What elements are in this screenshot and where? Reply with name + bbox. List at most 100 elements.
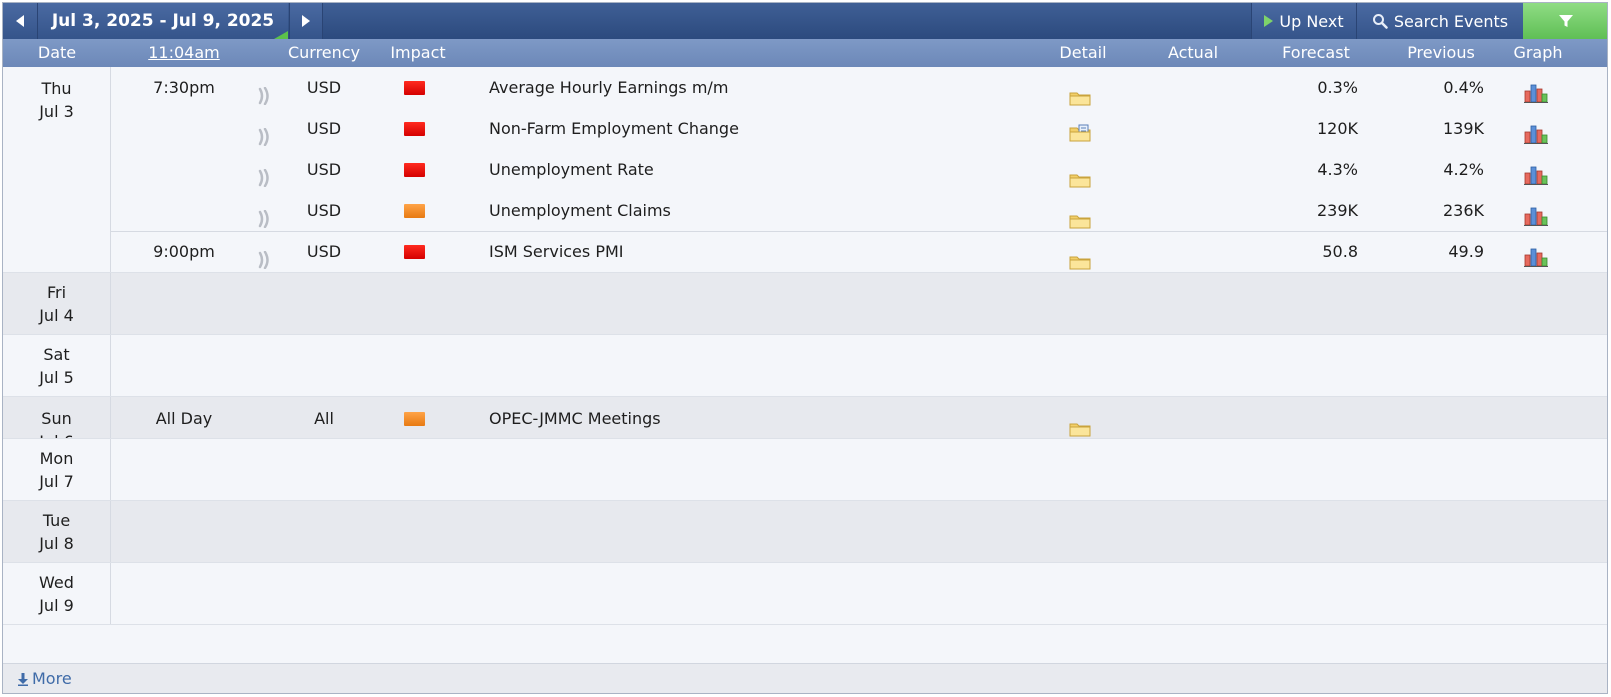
day-date: Jul 7: [39, 472, 74, 491]
event-time: [111, 190, 257, 231]
day-row: Tue Jul 8: [3, 501, 1607, 563]
day-row: Thu Jul 3 7:30pm USD Average Hourly Earnings…: [3, 67, 1607, 273]
impact-medium-icon[interactable]: [404, 204, 425, 218]
more-label: More: [32, 669, 72, 688]
next-week-button[interactable]: [289, 3, 323, 39]
day-cell: Wed Jul 9: [3, 563, 111, 625]
filter-button[interactable]: [1523, 3, 1607, 39]
search-icon: [1372, 14, 1388, 29]
header-previous: Previous: [1407, 43, 1475, 62]
impact-medium-icon[interactable]: [404, 412, 425, 426]
sound-icon[interactable]: [254, 243, 274, 270]
impact-high-icon[interactable]: [404, 81, 425, 95]
graph-icon[interactable]: [1523, 77, 1549, 103]
event-title: Non-Farm Employment Change: [489, 119, 739, 138]
folder-icon[interactable]: [1069, 162, 1091, 188]
event-time: 9:00pm: [153, 242, 215, 261]
sound-icon[interactable]: [254, 202, 274, 229]
event-forecast: 50.8: [1322, 242, 1358, 261]
impact-high-icon[interactable]: [404, 245, 425, 259]
more-link[interactable]: More: [17, 664, 72, 693]
day-row-divider: [3, 624, 1607, 625]
toolbar: Jul 3, 2025 - Jul 9, 2025 Up Next Search…: [3, 3, 1607, 39]
event-row[interactable]: All Day All OPEC-JMMC Meetings: [111, 398, 1607, 439]
header-forecast: Forecast: [1282, 43, 1350, 62]
day-row: SunJul 6 All Day All OPEC-JMMC Meetings: [3, 397, 1607, 451]
event-row[interactable]: 7:30pm USD Average Hourly Earnings m/m 0.3%…: [111, 67, 1607, 108]
day-row: Fri Jul 4: [3, 273, 1607, 335]
day-date: Jul 3: [39, 102, 74, 121]
graph-icon[interactable]: [1523, 241, 1549, 267]
day-weekday: Sat: [43, 345, 70, 364]
day-cell: SunJul 6: [3, 397, 111, 451]
event-time: [111, 108, 257, 149]
impact-high-icon[interactable]: [404, 163, 425, 177]
column-header-row: Date 11:04am Currency Impact Detail Actu…: [3, 39, 1607, 67]
event-currency: USD: [306, 242, 342, 261]
event-currency: USD: [306, 201, 342, 220]
day-weekday: Wed: [39, 573, 74, 592]
folder-icon[interactable]: [1069, 411, 1091, 437]
arrow-left-icon: [16, 15, 24, 27]
day-row: Mon Jul 7: [3, 439, 1607, 501]
folder-icon[interactable]: [1069, 203, 1091, 229]
event-forecast: 4.3%: [1317, 160, 1358, 179]
folder-icon[interactable]: [1069, 80, 1091, 106]
up-next-button[interactable]: Up Next: [1251, 3, 1356, 39]
day-weekday: Tue: [42, 511, 71, 530]
sound-icon[interactable]: [254, 120, 274, 147]
day-date: Jul 8: [39, 534, 74, 553]
up-next-label: Up Next: [1279, 11, 1344, 31]
event-row[interactable]: 9:00pm USD ISM Services PMI 50.8 49.9: [111, 231, 1607, 272]
folder-document-icon[interactable]: [1069, 117, 1091, 142]
sound-icon[interactable]: [254, 161, 274, 188]
event-previous: 49.9: [1448, 242, 1484, 261]
folder-icon[interactable]: [1069, 244, 1091, 270]
day-weekday: Mon: [39, 449, 74, 468]
search-events-label: Search Events: [1393, 11, 1509, 31]
graph-icon[interactable]: [1523, 159, 1549, 185]
graph-icon[interactable]: [1523, 200, 1549, 226]
day-weekday: Thu: [41, 79, 72, 98]
event-currency: USD: [306, 160, 342, 179]
header-impact: Impact: [390, 43, 446, 62]
header-detail: Detail: [1059, 43, 1107, 62]
header-actual: Actual: [1167, 43, 1219, 62]
more-bar: More: [3, 663, 1607, 693]
event-currency: USD: [306, 78, 342, 97]
event-currency: All: [314, 409, 334, 428]
sound-icon[interactable]: [254, 79, 274, 106]
search-events-button[interactable]: Search Events: [1356, 3, 1523, 39]
day-row: Sat Jul 5: [3, 335, 1607, 397]
event-previous: 139K: [1442, 119, 1484, 138]
event-previous: 0.4%: [1443, 78, 1484, 97]
event-time: All Day: [155, 409, 213, 428]
day-date: Jul 9: [39, 596, 74, 615]
day-row: Wed Jul 9: [3, 563, 1607, 625]
event-previous: 4.2%: [1443, 160, 1484, 179]
previous-week-button[interactable]: [3, 3, 37, 39]
event-time: [111, 149, 257, 190]
event-title: Unemployment Rate: [489, 160, 654, 179]
event-forecast: [1248, 398, 1358, 439]
day-cell: Mon Jul 7: [3, 439, 111, 501]
day-date: Jul 5: [39, 368, 74, 387]
event-forecast: 120K: [1316, 119, 1358, 138]
header-graph: Graph: [1513, 43, 1563, 62]
impact-high-icon[interactable]: [404, 122, 425, 136]
day-cell: Thu Jul 3: [3, 67, 111, 273]
day-cell: Tue Jul 8: [3, 501, 111, 563]
event-row[interactable]: USD Unemployment Rate 4.3% 4.2%: [111, 149, 1607, 190]
event-title: Unemployment Claims: [489, 201, 671, 220]
day-cell: Sat Jul 5: [3, 335, 111, 397]
arrow-right-icon: [302, 15, 310, 27]
play-icon: [1264, 15, 1274, 27]
graph-icon[interactable]: [1523, 118, 1549, 144]
event-row[interactable]: USD Unemployment Claims 239K 236K: [111, 190, 1607, 231]
header-current-time[interactable]: 11:04am: [111, 39, 257, 67]
event-row[interactable]: USD Non-Farm Employment Change 120K 139K: [111, 108, 1607, 149]
week-range-label[interactable]: Jul 3, 2025 - Jul 9, 2025: [37, 3, 288, 39]
event-title: Average Hourly Earnings m/m: [489, 78, 729, 97]
header-date: Date: [37, 43, 77, 62]
day-cell: Fri Jul 4: [3, 273, 111, 335]
